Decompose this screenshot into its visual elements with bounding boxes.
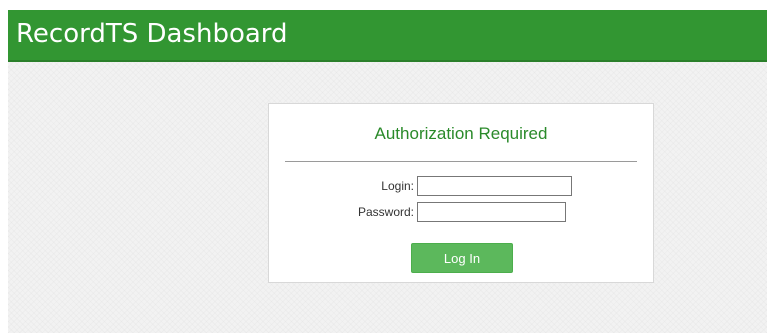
main-content: Authorization Required Login: Password: … [8,62,767,333]
auth-panel: Authorization Required Login: Password: … [268,103,654,283]
login-row: Login: [359,176,572,196]
app-header: RecordTS Dashboard [8,10,767,62]
password-row: Password: [351,202,566,222]
login-label: Login: [381,179,414,193]
password-input[interactable] [417,202,566,222]
login-input[interactable] [417,176,572,196]
auth-divider [285,161,637,162]
app-title: RecordTS Dashboard [16,19,288,49]
password-label: Password: [357,205,414,219]
login-button[interactable]: Log In [411,243,513,273]
auth-title: Authorization Required [374,124,548,143]
